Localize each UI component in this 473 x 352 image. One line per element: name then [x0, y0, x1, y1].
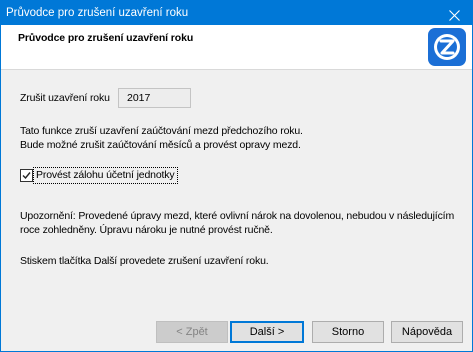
checkmark-icon — [22, 172, 31, 180]
warning-line-2: roce zohledněny. Úpravu nároku je nutné … — [20, 224, 273, 236]
backup-checkbox-label[interactable]: Provést zálohu účetní jednotky — [33, 167, 178, 184]
title-bar[interactable]: Průvodce pro zrušení uzavření roku — [1, 1, 472, 25]
cancel-button[interactable]: Storno — [312, 321, 384, 343]
year-field[interactable]: 2017 — [118, 88, 191, 108]
header-title: Průvodce pro zrušení uzavření roku — [18, 32, 194, 44]
window-title: Průvodce pro zrušení uzavření roku — [6, 7, 189, 19]
cancel-button-label: Storno — [331, 326, 365, 338]
help-button-label: Nápověda — [401, 326, 453, 338]
app-logo-icon — [427, 27, 467, 67]
wizard-window: Průvodce pro zrušení uzavření roku Průvo… — [0, 0, 473, 352]
next-button-label: Další > — [249, 326, 285, 338]
next-button[interactable]: Další > — [230, 321, 304, 343]
backup-checkbox[interactable] — [20, 169, 33, 182]
instruction-text: Stiskem tlačítka Další provedete zrušení… — [20, 255, 269, 267]
help-button[interactable]: Nápověda — [391, 321, 463, 343]
close-icon[interactable] — [449, 8, 460, 21]
year-label: Zrušit uzavření roku — [20, 92, 110, 104]
warning-line-1: Upozornění: Provedené úpravy mezd, které… — [20, 210, 455, 222]
back-button[interactable]: < Zpět — [156, 321, 228, 343]
back-button-label: < Zpět — [176, 326, 208, 338]
info-line-1: Tato funkce zruší uzavření zaúčtování me… — [20, 125, 303, 137]
info-line-2: Bude možné zrušit zaúčtování měsíců a pr… — [20, 139, 301, 151]
